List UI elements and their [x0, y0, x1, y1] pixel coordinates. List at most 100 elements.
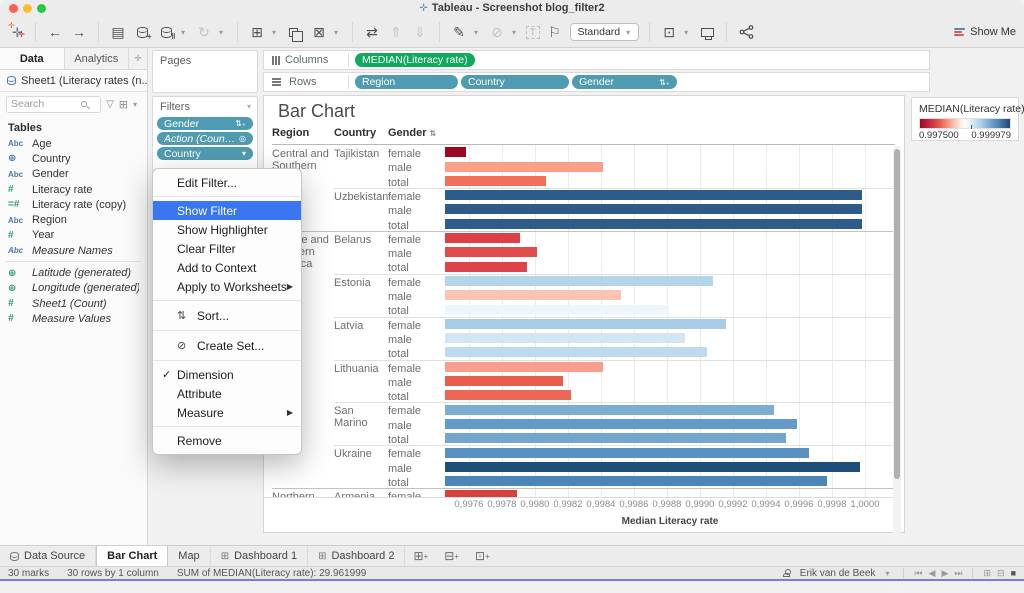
share-button[interactable]: [737, 22, 755, 42]
last-sheet-icon[interactable]: ⏭: [954, 568, 962, 579]
field-item[interactable]: AbcMeasure Names: [0, 243, 147, 258]
sheet-tab-data-source[interactable]: Data Source: [0, 546, 96, 566]
bar[interactable]: [445, 448, 809, 458]
tab-analytics[interactable]: Analytics: [65, 48, 130, 69]
sort-indicator-icon[interactable]: ⇅: [430, 129, 437, 138]
gender-label[interactable]: male: [388, 205, 412, 217]
gender-label[interactable]: female: [388, 363, 421, 375]
menu-item-clear-filter[interactable]: Clear Filter: [153, 239, 301, 258]
bar[interactable]: [445, 362, 603, 372]
tab-data[interactable]: Data: [0, 48, 65, 69]
bar[interactable]: [445, 476, 827, 486]
gender-label[interactable]: total: [388, 434, 409, 446]
clear-sheet-caret[interactable]: ▾: [334, 28, 342, 37]
gender-label[interactable]: total: [388, 477, 409, 489]
field-item[interactable]: #Measure Values: [0, 311, 147, 326]
user-menu-caret[interactable]: ▾: [885, 569, 893, 578]
gender-label[interactable]: total: [388, 262, 409, 274]
fix-axes-button[interactable]: ⚐: [546, 22, 564, 42]
datasource-item[interactable]: Sheet1 (Literacy rates (n...: [0, 70, 147, 92]
bar[interactable]: [445, 490, 517, 498]
column-header-country[interactable]: Country: [334, 127, 376, 139]
show-mark-labels-button[interactable]: T: [526, 26, 540, 39]
bar[interactable]: [445, 405, 774, 415]
user-name[interactable]: Erik van de Beek: [800, 568, 876, 579]
country-label[interactable]: Ukraine: [334, 448, 386, 460]
gender-label[interactable]: male: [388, 334, 412, 346]
show-tabs-icon[interactable]: ■: [1011, 568, 1016, 579]
gender-label[interactable]: male: [388, 463, 412, 475]
bar[interactable]: [445, 390, 571, 400]
highlight-caret[interactable]: ▾: [474, 28, 482, 37]
menu-item-attribute[interactable]: Attribute: [153, 384, 301, 403]
fit-axis-caret[interactable]: ▾: [684, 28, 692, 37]
bar[interactable]: [445, 176, 546, 186]
view-options-caret[interactable]: ▾: [133, 100, 141, 109]
sort-badge-icon[interactable]: ⇅₊: [659, 78, 670, 87]
gender-label[interactable]: female: [388, 191, 421, 203]
new-worksheet-button[interactable]: ⊞: [248, 22, 266, 42]
menu-item-show-filter[interactable]: Show Filter: [153, 201, 301, 220]
bar[interactable]: [445, 276, 713, 286]
fit-mode-select[interactable]: Standard ▾: [570, 23, 640, 41]
field-item[interactable]: AbcAge: [0, 136, 147, 151]
sort-ascending-button[interactable]: ⇑: [387, 22, 405, 42]
legend-gradient[interactable]: [919, 118, 1011, 129]
search-input[interactable]: [6, 96, 101, 113]
pane-pin-icon[interactable]: ✛: [129, 48, 147, 69]
gender-label[interactable]: male: [388, 420, 412, 432]
pause-auto-updates-button[interactable]: ‖: [157, 22, 175, 42]
filters-card-caret[interactable]: ▾: [247, 102, 251, 111]
column-header-gender[interactable]: Gender ⇅: [388, 127, 436, 139]
country-label[interactable]: Lithuania: [334, 363, 386, 375]
view-options-icon[interactable]: ⊞: [119, 98, 128, 111]
color-legend-card[interactable]: MEDIAN(Literacy rate) 0.997500 0.999979: [911, 97, 1019, 141]
gender-label[interactable]: female: [388, 448, 421, 460]
pill-action-country-[interactable]: Action (Country)◎: [157, 132, 253, 145]
save-button[interactable]: ▤: [109, 22, 127, 42]
bar[interactable]: [445, 290, 621, 300]
gender-label[interactable]: total: [388, 177, 409, 189]
swap-rows-columns-button[interactable]: ⇄: [363, 22, 381, 42]
gender-label[interactable]: female: [388, 491, 421, 498]
field-item[interactable]: ⊕Country: [0, 151, 147, 166]
show-me-button[interactable]: Show Me: [954, 26, 1016, 38]
bar[interactable]: [445, 305, 669, 315]
run-update-button[interactable]: ↻: [195, 22, 213, 42]
pill-country[interactable]: Country▾: [157, 147, 253, 160]
bar[interactable]: [445, 147, 466, 157]
gender-label[interactable]: total: [388, 348, 409, 360]
rows-shelf[interactable]: Rows RegionCountryGender⇅₊: [263, 72, 930, 92]
sheet-tab-bar-chart[interactable]: Bar Chart: [96, 546, 168, 566]
field-item[interactable]: #Literacy rate: [0, 182, 147, 197]
presentation-mode-button[interactable]: [698, 22, 716, 42]
column-header-region[interactable]: Region: [272, 127, 309, 139]
gender-label[interactable]: male: [388, 162, 412, 174]
menu-item-measure[interactable]: Measure▶: [153, 403, 301, 422]
gender-label[interactable]: male: [388, 377, 412, 389]
undo-button[interactable]: ←: [46, 22, 64, 42]
bar[interactable]: [445, 319, 726, 329]
x-axis-title[interactable]: Median Literacy rate: [445, 516, 895, 527]
sheet-title[interactable]: Bar Chart: [278, 101, 355, 122]
filmstrip-icon[interactable]: ⊟: [997, 568, 1005, 579]
field-item[interactable]: #Sheet1 (Count): [0, 296, 147, 311]
country-label[interactable]: Tajikistan: [334, 148, 386, 160]
bar[interactable]: [445, 190, 862, 200]
bar[interactable]: [445, 419, 797, 429]
bar[interactable]: [445, 247, 537, 257]
country-label[interactable]: Latvia: [334, 320, 386, 332]
gender-label[interactable]: male: [388, 291, 412, 303]
country-label[interactable]: Belarus: [334, 234, 386, 246]
bar[interactable]: [445, 433, 786, 443]
pause-auto-updates-caret[interactable]: ▾: [181, 28, 189, 37]
field-item[interactable]: AbcGender: [0, 167, 147, 182]
filter-fields-icon[interactable]: ▽: [106, 99, 114, 110]
first-sheet-icon[interactable]: ⏮: [914, 568, 922, 579]
bar[interactable]: [445, 333, 685, 343]
menu-item-sort[interactable]: ⇅Sort...: [153, 305, 301, 326]
pill-median-literacy-rate-[interactable]: MEDIAN(Literacy rate): [355, 53, 475, 67]
menu-item-apply-to-worksheets[interactable]: Apply to Worksheets▶: [153, 277, 301, 296]
menu-item-add-to-context[interactable]: Add to Context: [153, 258, 301, 277]
new-datasource-button[interactable]: +: [133, 22, 151, 42]
